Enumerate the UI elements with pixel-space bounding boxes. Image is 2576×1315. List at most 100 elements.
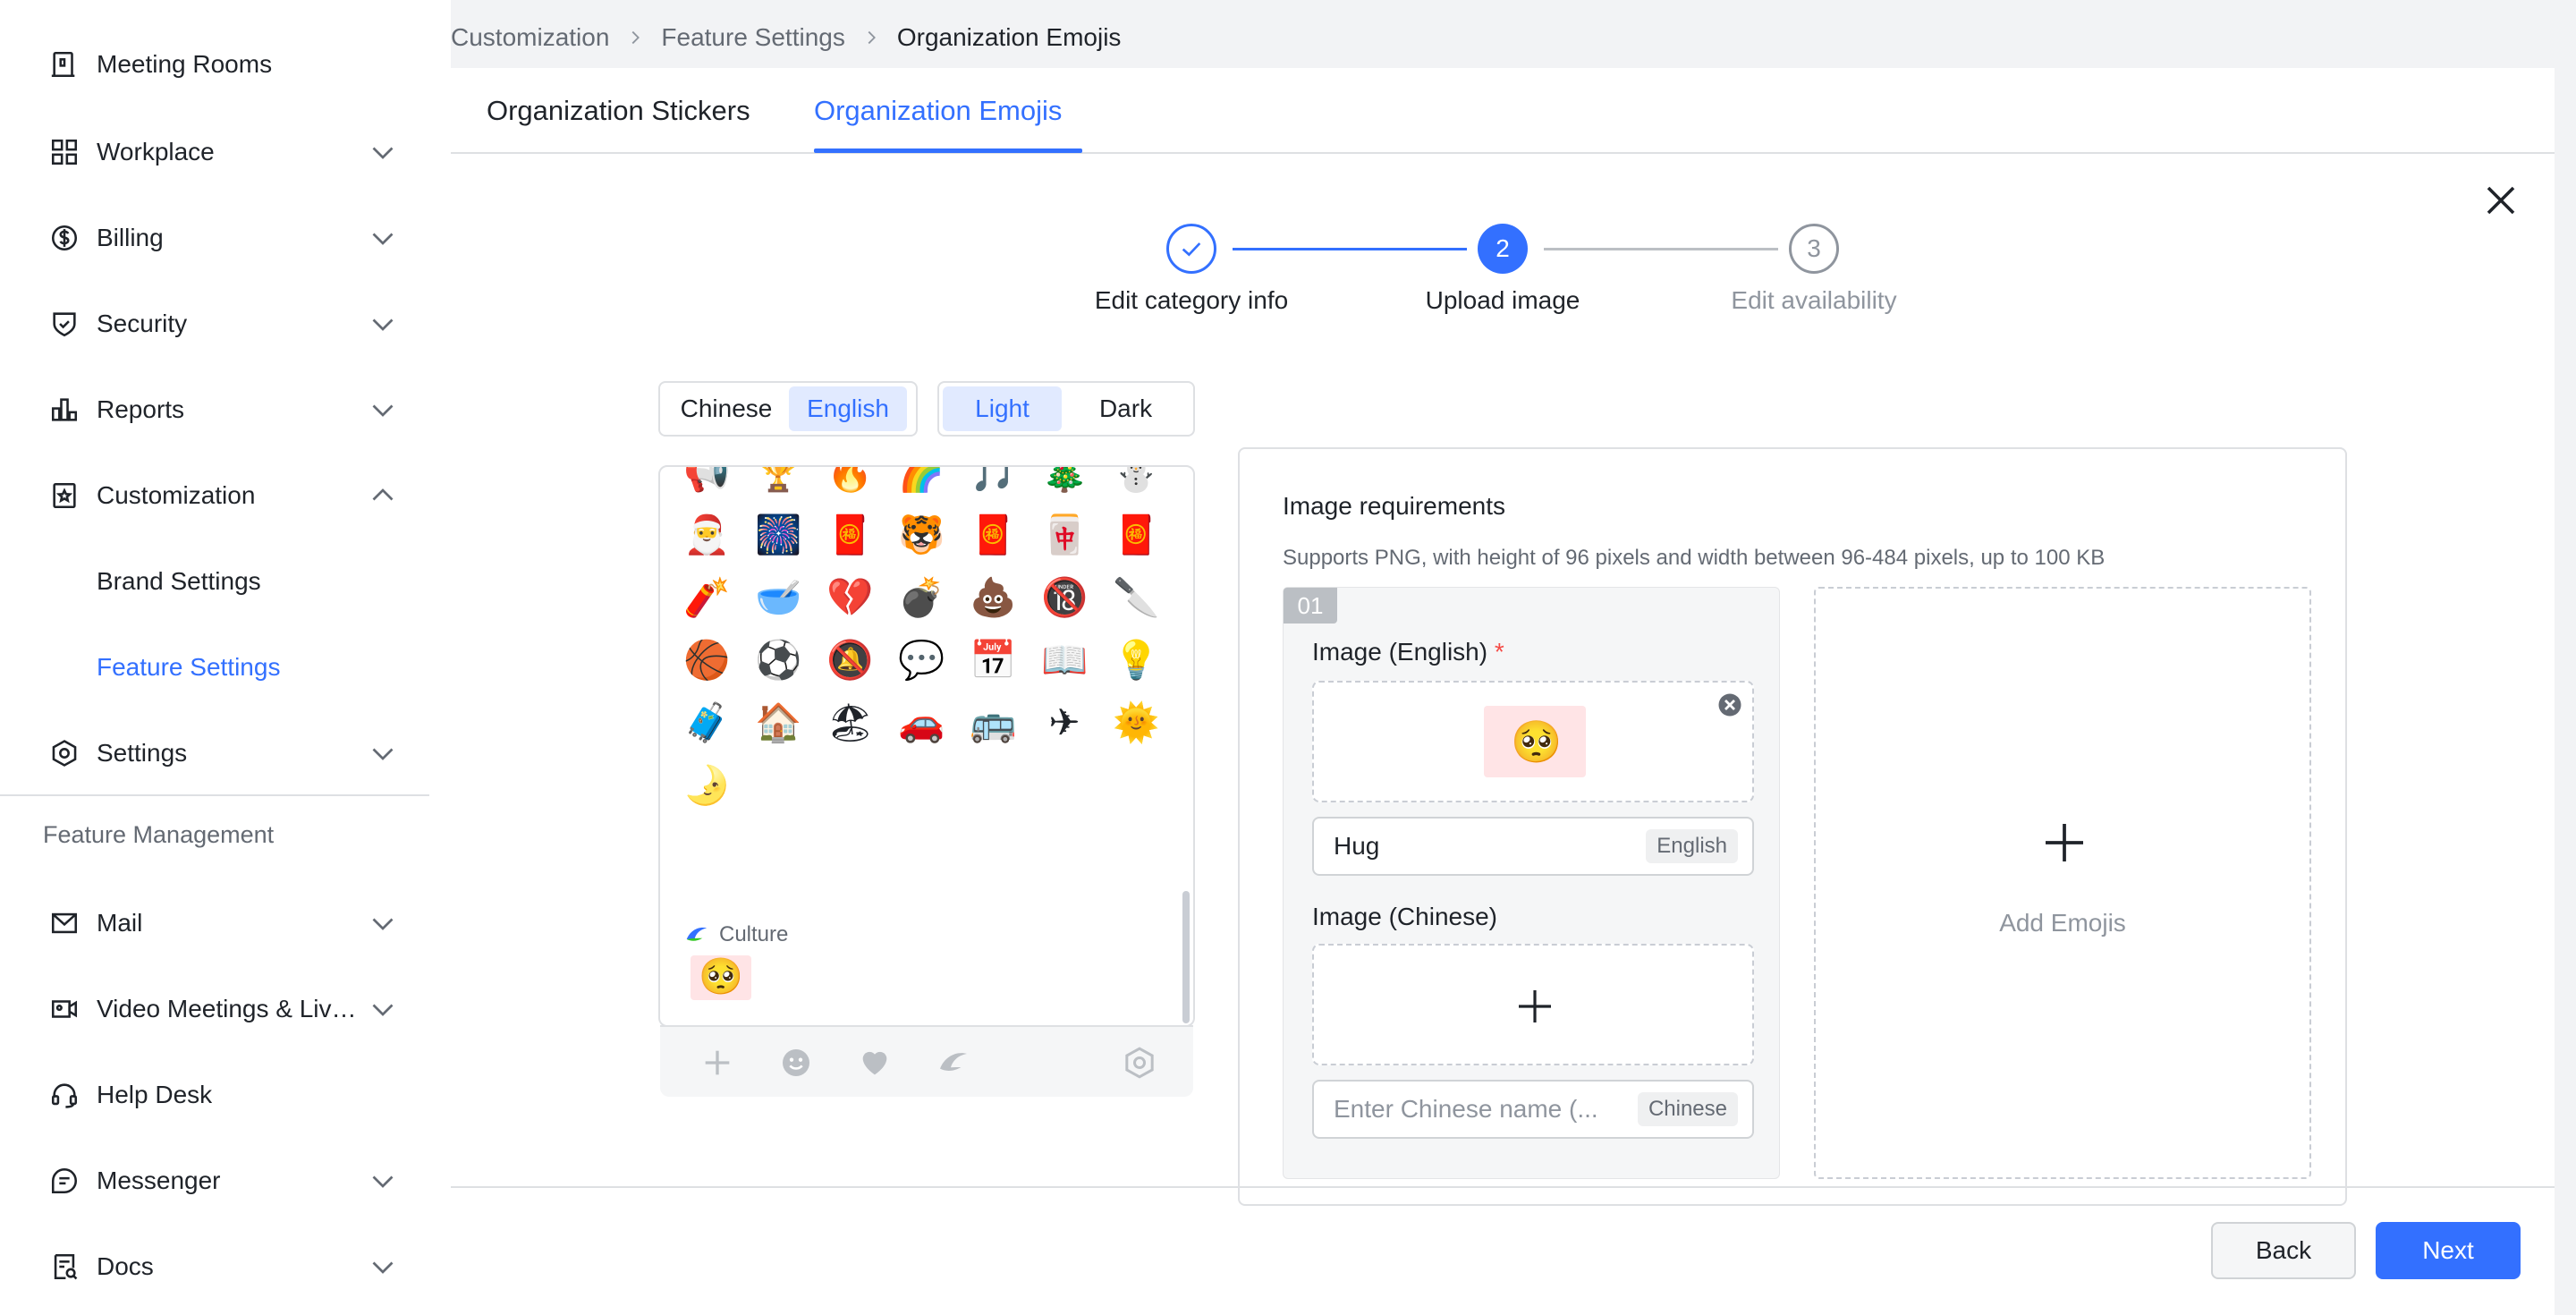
culture-icon[interactable] <box>936 1045 971 1081</box>
language-option-english[interactable]: English <box>789 386 907 431</box>
chevron-down-icon[interactable] <box>367 737 399 769</box>
emoji-item[interactable]: 🎆 <box>755 512 801 558</box>
sidebar-item-help-desk[interactable]: Help Desk <box>0 1059 429 1131</box>
emoji-item[interactable]: 🌞 <box>1113 700 1159 746</box>
emoji-item[interactable]: 🚌 <box>970 700 1016 746</box>
image-chinese-upload[interactable] <box>1312 944 1754 1065</box>
chevron-down-icon[interactable] <box>367 907 399 939</box>
breadcrumb-customization[interactable]: Customization <box>451 23 609 52</box>
next-button[interactable]: Next <box>2376 1222 2521 1279</box>
sidebar-item-label: Brand Settings <box>97 567 261 595</box>
emoji-item[interactable]: 📅 <box>970 637 1016 683</box>
plus-icon[interactable] <box>699 1045 735 1081</box>
headset-icon <box>47 1077 82 1113</box>
close-icon[interactable] <box>2479 179 2522 222</box>
emoji-item[interactable]: 🔕 <box>826 637 873 683</box>
emoji-item[interactable]: 💣 <box>898 574 945 621</box>
emoji-item[interactable]: 🌛 <box>683 762 730 809</box>
gear-icon[interactable] <box>1122 1045 1157 1081</box>
sidebar-item-docs[interactable]: Docs <box>0 1231 429 1302</box>
emoji-item[interactable]: 🐯 <box>898 512 945 558</box>
sidebar-item-label: Customization <box>97 481 256 509</box>
sidebar-item-video-meetings[interactable]: Video Meetings & Livestreams <box>0 973 429 1045</box>
english-name-input[interactable]: Hug English <box>1312 817 1754 876</box>
emoji-item[interactable]: 🥣 <box>755 574 801 621</box>
emoji-item[interactable]: 🧧 <box>826 512 873 558</box>
emoji-item[interactable]: 🔪 <box>1113 574 1159 621</box>
sidebar-item-customization[interactable]: Customization <box>0 460 429 531</box>
emoji-item[interactable]: 🔥 <box>826 467 873 496</box>
emoji-item[interactable]: ⛄ <box>1113 467 1159 496</box>
dollar-icon <box>47 220 82 256</box>
heart-icon[interactable] <box>857 1045 893 1081</box>
culture-emoji-hug[interactable]: 🥺 <box>691 955 751 1000</box>
chevron-down-icon[interactable] <box>367 136 399 168</box>
emoji-item[interactable]: 🚗 <box>898 700 945 746</box>
smiley-icon[interactable] <box>778 1045 814 1081</box>
theme-option-light[interactable]: Light <box>943 386 1063 431</box>
sidebar-divider <box>0 794 429 796</box>
sidebar-item-messenger[interactable]: Messenger <box>0 1145 429 1217</box>
sidebar-item-settings[interactable]: Settings <box>0 717 429 789</box>
sidebar-item-label: Settings <box>97 739 188 767</box>
remove-image-icon[interactable] <box>1716 691 1743 718</box>
emoji-item[interactable]: 🎵 <box>970 467 1016 496</box>
emoji-item[interactable]: 💡 <box>1113 637 1159 683</box>
sidebar-item-feature-settings[interactable]: Feature Settings <box>0 632 429 703</box>
emoji-item[interactable]: 🧨 <box>683 574 730 621</box>
image-english-upload[interactable]: 🥺 <box>1312 681 1754 802</box>
theme-option-dark[interactable]: Dark <box>1062 386 1190 431</box>
chevron-down-icon[interactable] <box>367 222 399 254</box>
emoji-item[interactable]: 🌈 <box>898 467 945 496</box>
sidebar-item-mail[interactable]: Mail <box>0 887 429 959</box>
emoji-item[interactable]: 🏀 <box>683 637 730 683</box>
chinese-name-input[interactable]: Enter Chinese name (... Chinese <box>1312 1080 1754 1139</box>
emoji-item[interactable]: 💔 <box>826 574 873 621</box>
emoji-item[interactable]: 🧧 <box>970 512 1016 558</box>
emoji-item[interactable]: 💩 <box>970 574 1016 621</box>
chinese-tag: Chinese <box>1637 1092 1738 1126</box>
gear-icon <box>47 735 82 771</box>
sidebar-item-workplace[interactable]: Workplace <box>0 116 429 188</box>
emoji-item[interactable]: ✈ <box>1041 700 1088 746</box>
requirements-description: Supports PNG, with height of 96 pixels a… <box>1283 546 2106 570</box>
image-requirements-card: Image requirements Supports PNG, with he… <box>1238 447 2347 1206</box>
emoji-item[interactable]: 🏆 <box>755 467 801 496</box>
breadcrumb-feature-settings[interactable]: Feature Settings <box>661 23 844 52</box>
sidebar-item-security[interactable]: Security <box>0 288 429 360</box>
emoji-item[interactable]: 🧳 <box>683 700 730 746</box>
emoji-item[interactable]: 🏖 <box>826 700 874 746</box>
tab-organization-emojis[interactable]: Organization Emojis <box>814 95 1062 127</box>
chevron-down-icon[interactable] <box>367 308 399 340</box>
emoji-item[interactable]: 🎄 <box>1041 467 1088 496</box>
tab-organization-stickers[interactable]: Organization Stickers <box>487 95 750 127</box>
sidebar-item-brand-settings[interactable]: Brand Settings <box>0 546 429 617</box>
emoji-item[interactable]: 💬 <box>898 637 945 683</box>
emoji-item[interactable]: 📖 <box>1041 637 1088 683</box>
sidebar-item-reports[interactable]: Reports <box>0 374 429 445</box>
sidebar-item-label: Mail <box>97 909 143 937</box>
culture-emoji-glyph: 🥺 <box>699 956 743 997</box>
emoji-item[interactable]: 📢 <box>683 467 730 496</box>
emoji-item[interactable]: 🧧 <box>1113 512 1159 558</box>
chevron-down-icon[interactable] <box>367 394 399 426</box>
step-connector <box>1544 248 1778 250</box>
add-emojis-button[interactable]: Add Emojis <box>1814 587 2311 1179</box>
language-option-chinese[interactable]: Chinese <box>664 386 789 431</box>
chevron-down-icon[interactable] <box>367 1165 399 1197</box>
back-button[interactable]: Back <box>2211 1222 2356 1279</box>
theme-toggle: Light Dark <box>937 381 1195 437</box>
emoji-item[interactable]: 🀄 <box>1041 512 1088 558</box>
sidebar-item-meeting-rooms[interactable]: Meeting Rooms <box>0 29 429 100</box>
picker-scrollbar[interactable] <box>1182 891 1190 1023</box>
chevron-down-icon[interactable] <box>367 1251 399 1283</box>
chevron-up-icon[interactable] <box>367 479 399 512</box>
emoji-item[interactable]: 🎅 <box>683 512 730 558</box>
tab-bar: Organization Stickers Organization Emoji… <box>451 68 2555 154</box>
emoji-item[interactable]: 🏠 <box>755 700 801 746</box>
chevron-down-icon[interactable] <box>367 993 399 1025</box>
emoji-item[interactable]: 🔞 <box>1041 574 1088 621</box>
emoji-item[interactable]: ⚽ <box>755 637 801 683</box>
sidebar-item-billing[interactable]: Billing <box>0 202 429 274</box>
sidebar-item-label: Reports <box>97 395 185 423</box>
